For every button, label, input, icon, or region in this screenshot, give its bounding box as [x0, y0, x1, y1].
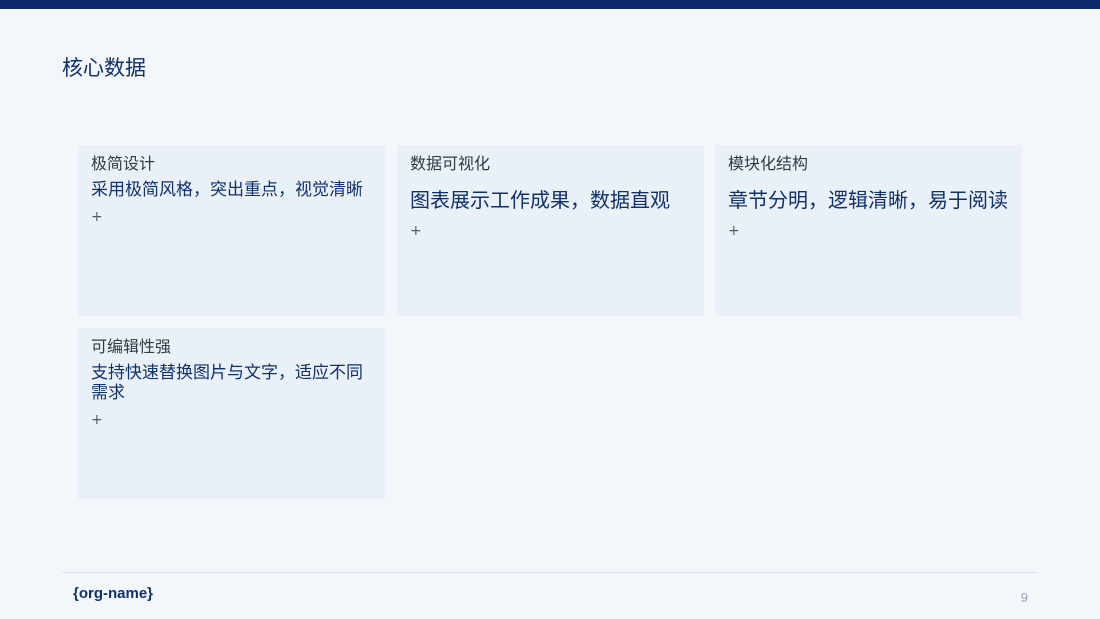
plus-icon: + — [410, 223, 422, 239]
feature-card-data-visualization: 数据可视化 图表展示工作成果，数据直观 + — [397, 145, 704, 316]
footer-divider — [62, 572, 1037, 573]
top-accent-bar — [0, 0, 1100, 9]
card-title: 极简设计 — [91, 154, 156, 173]
page-number: 9 — [1020, 590, 1028, 605]
org-name: {org-name} — [73, 585, 154, 602]
card-title: 可编辑性强 — [91, 337, 172, 356]
card-description: 章节分明，逻辑清晰，易于阅读 — [728, 188, 1008, 212]
plus-icon: + — [728, 223, 740, 239]
card-description: 支持快速替换图片与文字，适应不同需求 — [91, 363, 363, 403]
feature-card-modular-structure: 模块化结构 章节分明，逻辑清晰，易于阅读 + — [715, 145, 1022, 316]
plus-icon: + — [91, 209, 103, 225]
page-title: 核心数据 — [62, 56, 146, 80]
feature-card-editability: 可编辑性强 支持快速替换图片与文字，适应不同需求 + — [78, 328, 385, 499]
card-description: 采用极简风格，突出重点，视觉清晰 — [91, 180, 363, 200]
feature-card-minimal-design: 极简设计 采用极简风格，突出重点，视觉清晰 + — [78, 145, 385, 316]
card-title: 数据可视化 — [410, 154, 491, 173]
plus-icon: + — [91, 412, 103, 428]
card-title: 模块化结构 — [728, 154, 809, 173]
card-description: 图表展示工作成果，数据直观 — [410, 188, 670, 212]
